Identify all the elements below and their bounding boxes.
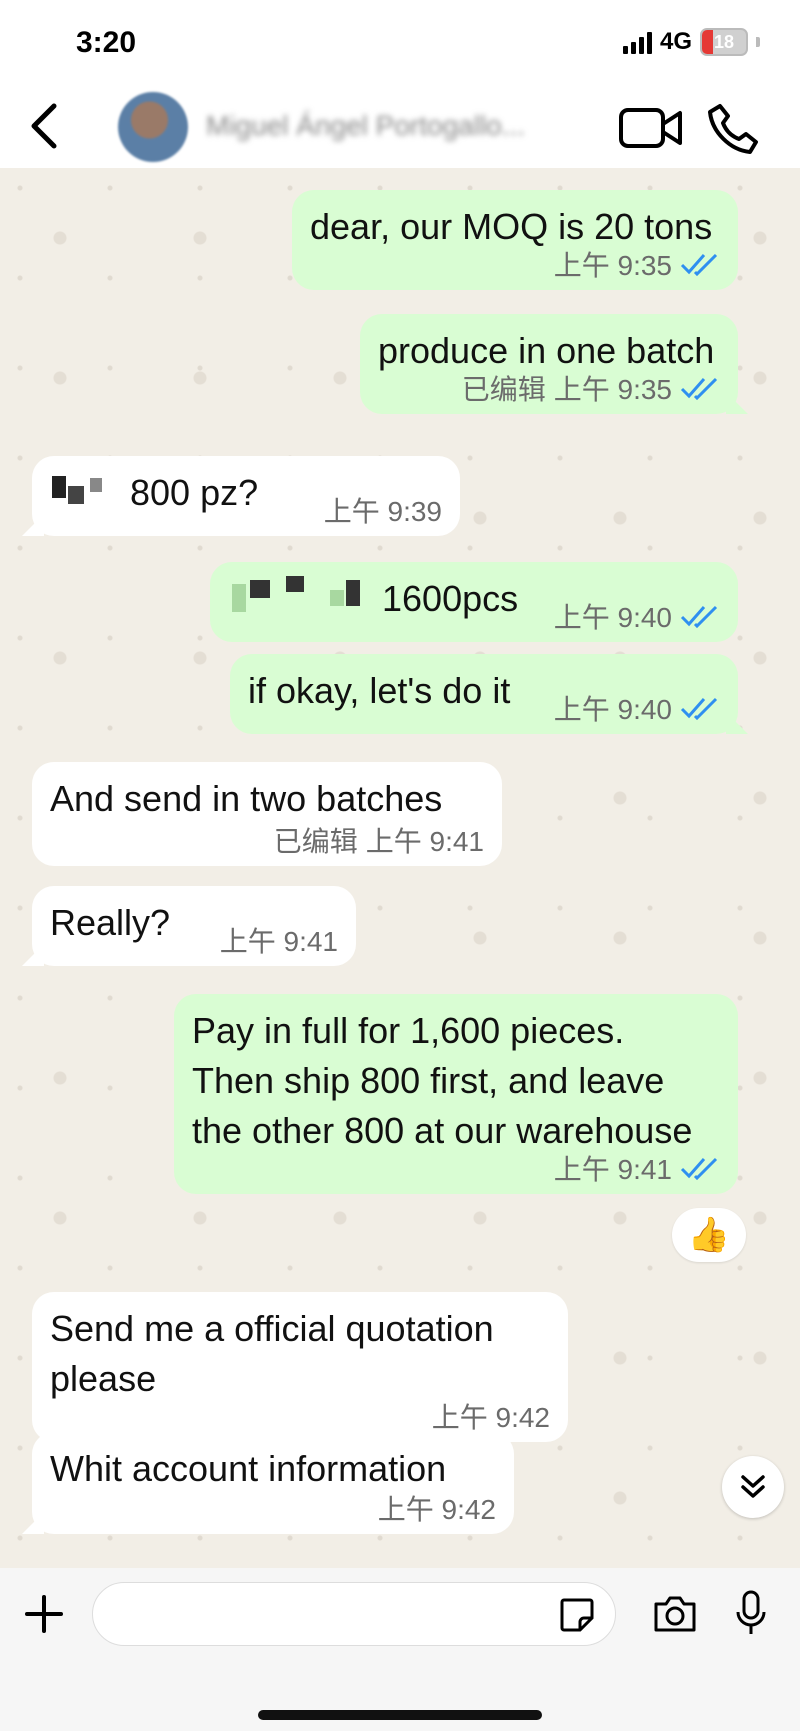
status-time: 3:20	[76, 26, 137, 59]
message-meta: 上午 9:35	[554, 244, 720, 284]
message-text: Really?	[50, 902, 171, 943]
status-icons: 4G 18	[622, 28, 760, 56]
message-meta: 上午 9:41	[220, 920, 338, 960]
incoming-message[interactable]: 800 pz? 上午 9:39	[22, 456, 460, 536]
battery-icon: 18	[700, 28, 748, 56]
bubble-tail	[22, 514, 44, 536]
bubble-tail	[726, 712, 748, 734]
redacted-text	[52, 476, 66, 498]
plus-icon[interactable]	[24, 1594, 64, 1634]
message-text: Send me a official quotation please	[50, 1304, 494, 1404]
message-list: dear, our MOQ is 20 tons 上午 9:35 produce…	[0, 168, 800, 1568]
message-meta: 已编辑 上午 9:41	[274, 820, 484, 860]
thumbs-up-reaction[interactable]: 👍	[672, 1208, 746, 1262]
message-input[interactable]	[92, 1582, 616, 1646]
battery-nub	[756, 37, 760, 47]
read-receipt-icon	[680, 253, 718, 276]
back-arrow-icon[interactable]	[24, 96, 64, 156]
edited-label: 已编辑	[273, 826, 358, 857]
camera-icon[interactable]	[652, 1594, 698, 1634]
message-line: Pay in full for 1,600 pieces.	[192, 1010, 625, 1051]
outgoing-message[interactable]: 1600pcs 上午 9:40	[210, 562, 738, 642]
message-text: 1600pcs	[382, 578, 519, 619]
incoming-message[interactable]: Whit account information 上午 9:42	[22, 1432, 514, 1534]
message-time: 上午 9:42	[431, 1402, 550, 1433]
chat-header: Miguel Ángel Portogallo...	[0, 90, 800, 168]
message-time: 上午 9:35	[553, 374, 672, 405]
network-type: 4G	[659, 28, 692, 55]
read-receipt-icon	[680, 377, 718, 400]
redacted-text	[250, 580, 270, 598]
home-indicator	[258, 1710, 542, 1720]
redacted-text	[330, 590, 344, 606]
message-time: 上午 9:41	[365, 826, 484, 857]
outgoing-message[interactable]: dear, our MOQ is 20 tons 上午 9:35	[292, 190, 738, 290]
message-meta: 上午 9:39	[324, 490, 442, 530]
message-meta: 上午 9:40	[554, 596, 720, 636]
redacted-text	[68, 486, 84, 504]
read-receipt-icon	[680, 605, 718, 628]
message-text: Pay in full for 1,600 pieces. Then ship …	[192, 1006, 692, 1156]
message-line: Then ship 800 first, and leave	[192, 1060, 665, 1101]
outgoing-message[interactable]: if okay, let's do it 上午 9:40	[230, 654, 748, 734]
redacted-text	[90, 478, 102, 492]
bubble-tail	[726, 392, 748, 414]
voice-call-icon[interactable]	[706, 102, 760, 156]
message-time: 上午 9:40	[553, 694, 672, 725]
message-meta: 已编辑 上午 9:35	[462, 368, 720, 408]
sticker-icon[interactable]	[558, 1596, 596, 1634]
message-time: 上午 9:41	[553, 1154, 672, 1185]
bubble-tail	[22, 944, 44, 966]
read-receipt-icon	[680, 1157, 718, 1180]
contact-avatar[interactable]	[118, 92, 188, 162]
redacted-text	[346, 580, 360, 606]
message-meta: 上午 9:42	[432, 1396, 550, 1436]
message-time: 上午 9:41	[219, 926, 338, 957]
redacted-text	[286, 576, 304, 592]
message-meta: 上午 9:40	[554, 688, 720, 728]
read-receipt-icon	[680, 697, 718, 720]
message-meta: 上午 9:42	[378, 1488, 496, 1528]
message-time: 上午 9:40	[553, 602, 672, 633]
message-text: And send in two batches	[50, 778, 443, 819]
microphone-icon[interactable]	[734, 1590, 768, 1638]
outgoing-message[interactable]: produce in one batch 已编辑 上午 9:35	[360, 314, 748, 414]
message-meta: 上午 9:41	[554, 1148, 720, 1188]
message-text: Whit account information	[50, 1448, 447, 1489]
outgoing-message[interactable]: Pay in full for 1,600 pieces. Then ship …	[174, 994, 738, 1194]
double-chevron-down-icon	[741, 1475, 765, 1498]
composer-bar	[0, 1568, 800, 1731]
redacted-text	[232, 584, 246, 612]
message-text: if okay, let's do it	[248, 670, 511, 711]
message-time: 上午 9:42	[377, 1494, 496, 1525]
video-call-icon[interactable]	[618, 104, 684, 152]
bubble-tail	[22, 1512, 44, 1534]
status-bar: 3:20 4G 18	[0, 0, 800, 90]
message-line: please	[50, 1358, 157, 1399]
incoming-message[interactable]: And send in two batches 已编辑 上午 9:41	[32, 762, 502, 866]
edited-label: 已编辑	[461, 374, 546, 405]
signal-icon	[622, 30, 652, 54]
message-time: 上午 9:35	[553, 250, 672, 281]
battery-level: 18	[713, 32, 735, 52]
message-text: 800 pz?	[130, 472, 259, 513]
contact-name[interactable]: Miguel Ángel Portogallo...	[206, 110, 525, 142]
message-line: Send me a official quotation	[50, 1308, 494, 1349]
message-time: 上午 9:39	[323, 496, 442, 527]
incoming-message[interactable]: Really? 上午 9:41	[22, 886, 356, 966]
scroll-to-bottom-button[interactable]	[722, 1456, 784, 1518]
incoming-message[interactable]: Send me a official quotation please 上午 9…	[32, 1292, 568, 1442]
